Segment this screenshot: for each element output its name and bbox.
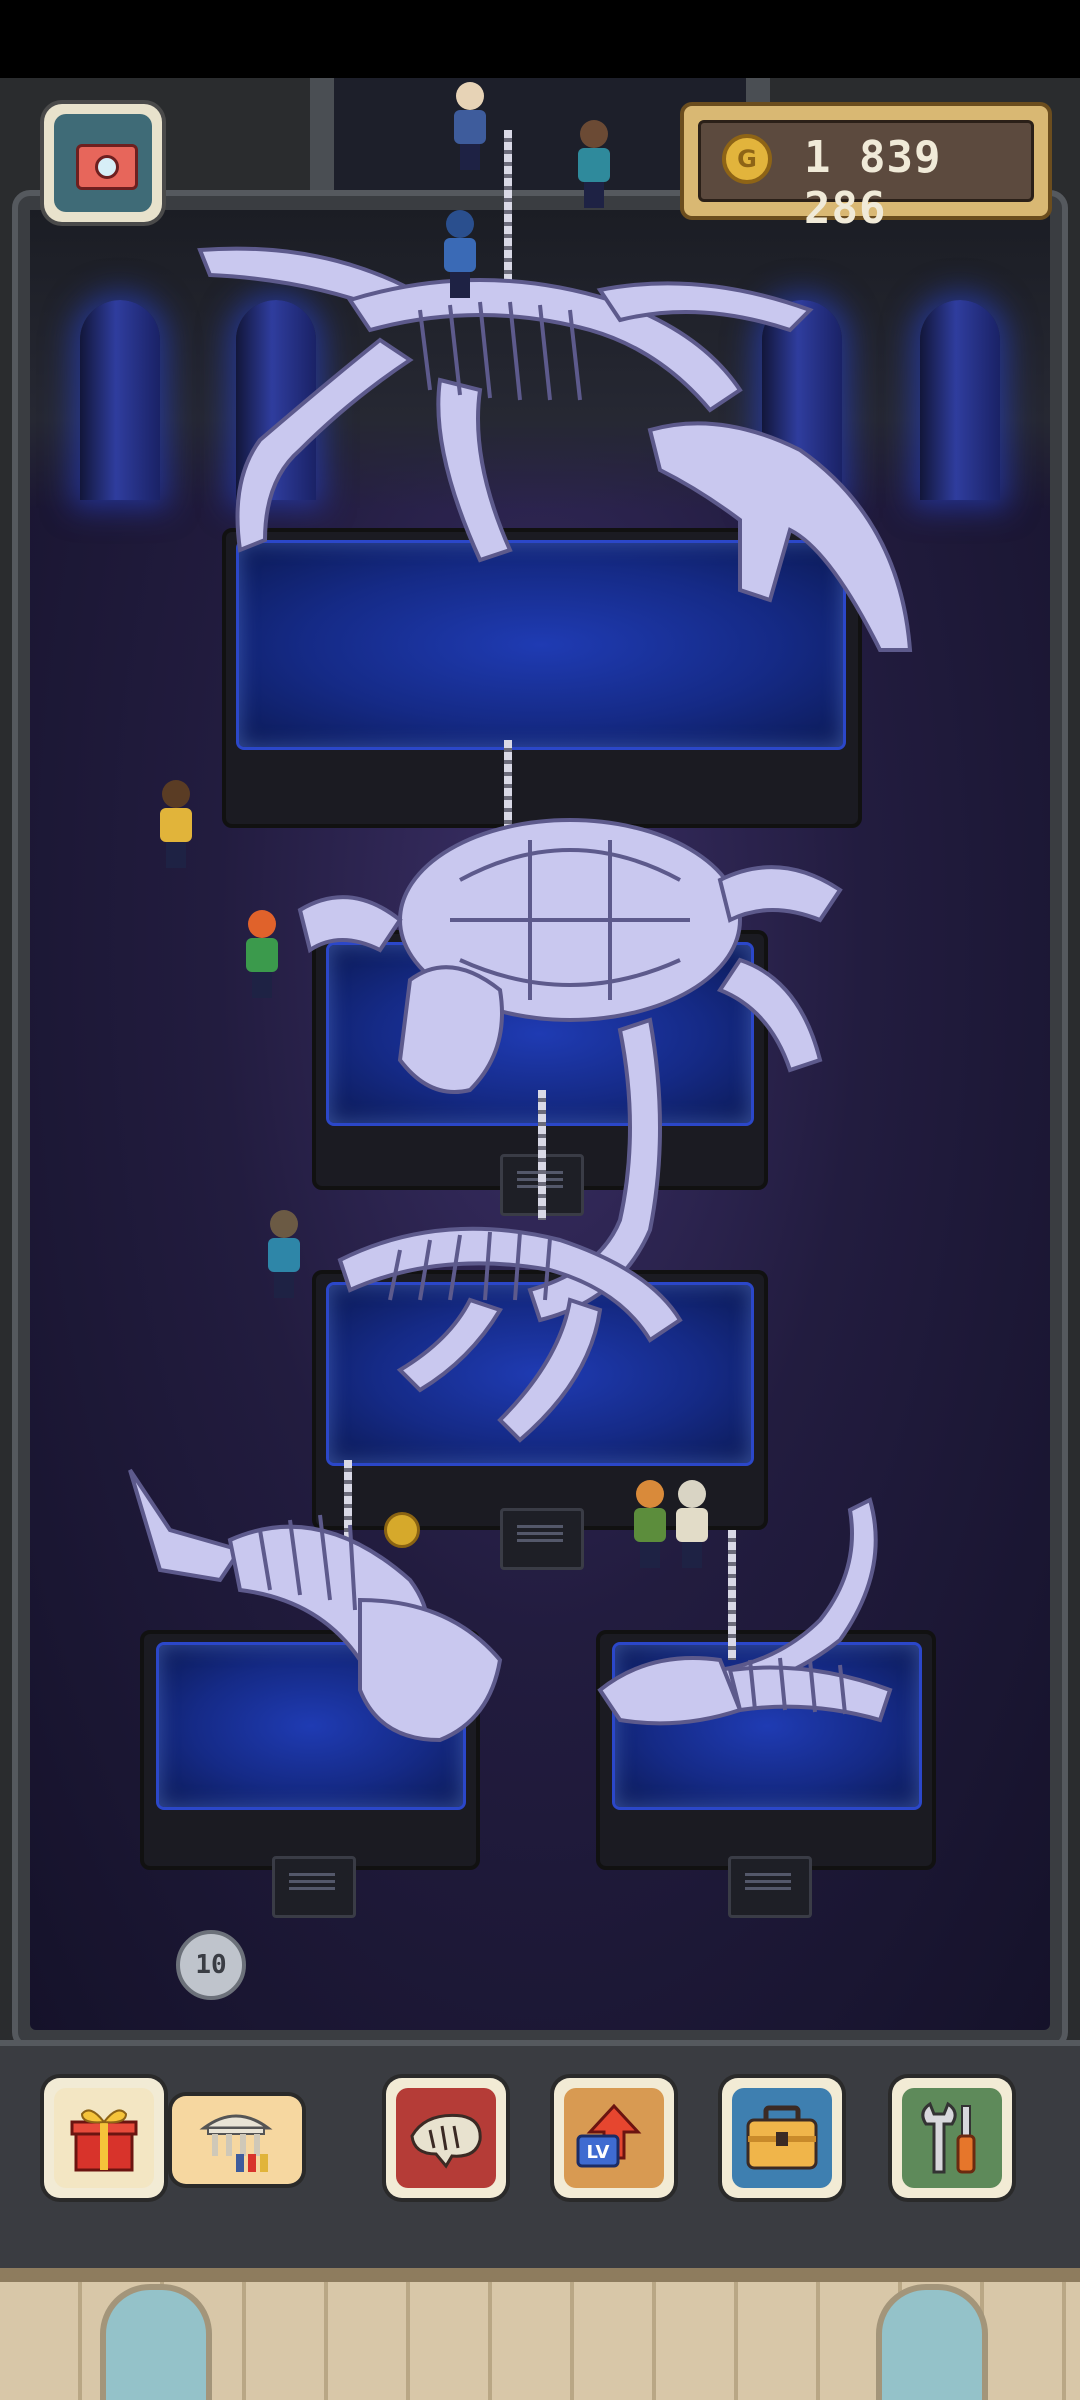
lit-pillar — [920, 300, 1000, 500]
visitor[interactable] — [630, 1480, 670, 1570]
visitor[interactable] — [264, 1210, 304, 1300]
plesiosaur-skeleton[interactable] — [180, 230, 920, 690]
level-up-icon: LV — [576, 2103, 642, 2168]
fish-skeleton[interactable] — [120, 1460, 510, 1760]
facade-window — [876, 2284, 988, 2400]
money-counter: G 1 839 286 — [680, 102, 1052, 234]
exhibit-plaque[interactable] — [728, 1856, 812, 1918]
exhibit-plaque[interactable] — [500, 1508, 584, 1570]
money-amount: 1 839 286 — [804, 132, 942, 234]
toolbox-icon — [746, 2105, 818, 2170]
status-bar — [0, 0, 1080, 78]
visitor[interactable] — [672, 1480, 712, 1570]
level-up-button[interactable]: LV — [554, 2078, 674, 2198]
museum-visitors-button[interactable] — [172, 2096, 302, 2184]
wrench-screwdriver-icon — [921, 2101, 976, 2174]
visitor[interactable] — [440, 210, 480, 300]
settings-tools-button[interactable] — [892, 2078, 1012, 2198]
coin-icon: G — [722, 134, 772, 184]
camera-button[interactable] — [44, 104, 162, 222]
visitor[interactable] — [574, 120, 614, 210]
museum-visitors-icon — [199, 2114, 273, 2172]
camera-icon — [76, 144, 138, 190]
fossil-collection-button[interactable] — [386, 2078, 506, 2198]
visitor[interactable] — [450, 82, 490, 172]
gift-button[interactable] — [44, 2078, 164, 2198]
dropped-coin[interactable] — [384, 1512, 420, 1548]
visitor[interactable] — [156, 780, 196, 870]
level-up-badge: LV — [587, 2142, 610, 2163]
lit-pillar — [80, 300, 160, 500]
visitor[interactable] — [242, 910, 282, 1000]
turnstile-counter: 10 — [176, 1930, 246, 2000]
facade-window — [100, 2284, 212, 2400]
game-screen: 10 G 1 839 286 LV — [0, 0, 1080, 2400]
exhibit-plaque[interactable] — [272, 1856, 356, 1918]
gift-icon — [70, 2109, 138, 2172]
plesiosaur-neck-skeleton[interactable] — [320, 1000, 720, 1450]
fossil-icon — [410, 2113, 482, 2169]
toolbox-button[interactable] — [722, 2078, 842, 2198]
